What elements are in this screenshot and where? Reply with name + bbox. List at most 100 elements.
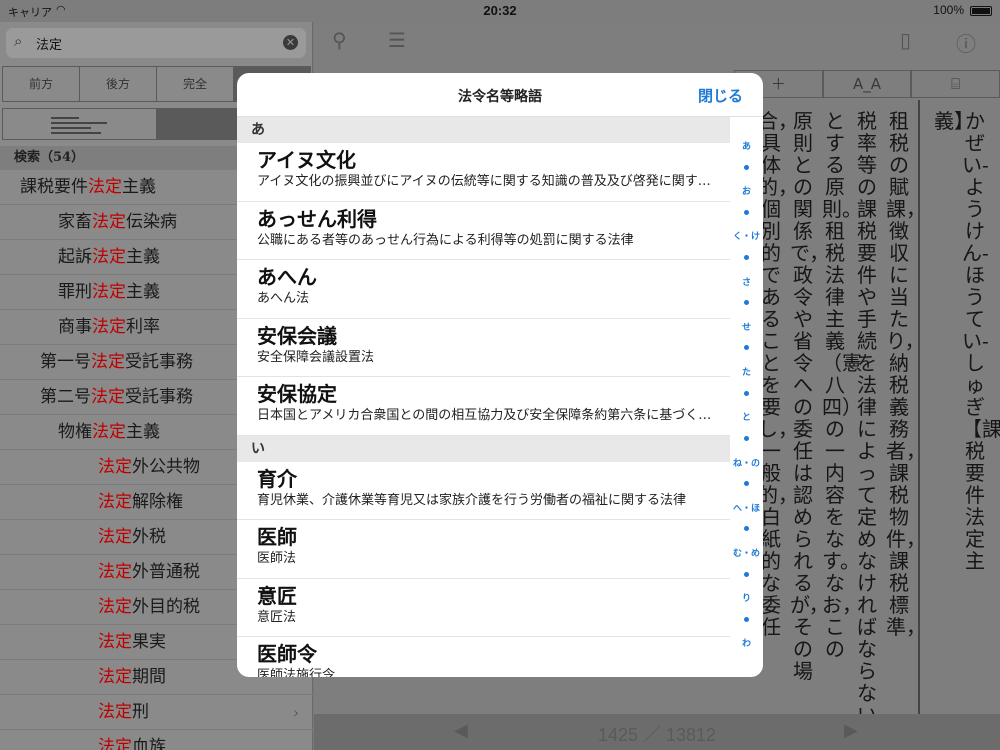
entry-heading: かぜい-ようけん-ほうてい-しゅぎ【課税要件法定主 [962,109,1000,573]
index-letter[interactable]: り [730,591,763,604]
abbreviation-item[interactable]: 安保協定日本国とアメリカ合衆国との間の相互協力及び安全保障条約第六条に基づく施設… [237,377,730,436]
index-letter[interactable]: さ [730,275,763,288]
result-suffix: 外普通税 [132,562,200,582]
abbreviation-title: 育介 [257,466,297,491]
result-highlight: 法定 [98,597,132,617]
abbreviation-item[interactable]: 意匠 意匠法 [237,579,730,637]
result-suffix: 外税 [132,527,166,547]
index-letter[interactable]: わ [730,636,763,649]
index-letter[interactable]: む・め [730,546,763,559]
index-dot[interactable] [744,255,749,261]
index-letter[interactable]: あ [730,139,763,152]
section-header: い [237,435,730,462]
search-input[interactable]: 法定 [36,34,62,53]
result-prefix: 商事 [58,317,92,337]
abbreviation-item[interactable]: 医師 医師法 [237,520,730,579]
abbreviation-item[interactable]: アイヌ文化 アイヌ文化の振興並びにアイヌの伝統等に関する知識の普及及び啓発に関する… [237,143,730,202]
abbreviation-item[interactable]: あへん あへん法 [237,260,730,319]
section-header: あ [237,117,730,143]
result-highlight: 法定 [98,737,132,750]
result-prefix: 第二号 [40,387,91,407]
abbreviation-list: あアイヌ文化 アイヌ文化の振興並びにアイヌの伝統等に関する知識の普及及び啓発に関す… [237,117,730,677]
result-suffix: 血族 [132,737,166,750]
next-page-icon[interactable]: ▶ [844,720,858,741]
index-letter[interactable]: と [730,410,763,423]
abbreviation-title: 医師 [257,525,297,549]
result-highlight: 法定 [98,562,132,582]
result-suffix: 主義 [122,177,156,197]
index-dot[interactable] [744,481,749,487]
result-row[interactable]: 法定血族 [0,730,313,750]
result-highlight: 法定 [92,317,126,337]
result-suffix: 果実 [132,632,166,652]
status-bar: キャリア ◠ 20:32 100% [0,0,1000,22]
abbreviation-item[interactable]: あっせん利得 公職にある者等のあっせん行為による利得等の処罰に関する法律 [237,202,730,260]
index-letter[interactable]: た [730,365,763,378]
entry-heading-cont: 義】 [934,109,974,133]
result-suffix: 外公共物 [132,457,200,477]
clear-icon[interactable]: ✕ [283,35,298,50]
index-dot[interactable] [744,209,749,215]
index-dot[interactable] [744,616,749,622]
result-highlight: 法定 [91,352,125,372]
result-prefix: 第一号 [40,352,91,372]
index-letter[interactable]: へ・ほ [730,501,763,514]
scope-tab-forward[interactable]: 前方 [3,67,80,101]
modal-title: 法令名等略語 [458,89,542,105]
result-highlight: 法定 [98,527,132,547]
index-dot[interactable] [744,435,749,441]
abbreviation-title: アイヌ文化 [257,148,356,172]
font-size-button[interactable]: A_A [822,70,912,98]
index-dot[interactable] [744,526,749,532]
index-letter[interactable]: く・け [730,229,763,242]
index-dot[interactable] [744,300,749,306]
chevron-right-icon: › [292,703,299,722]
abbreviation-fullname: 医師法 [257,551,297,566]
index-dot[interactable] [744,345,749,351]
index-dot[interactable] [744,164,749,170]
abbreviation-fullname: 日本国とアメリカ合衆国との間の相互協力及び安全保障条約第六条に基づく施設及び区域 [257,408,712,423]
clock: 20:32 [483,3,517,18]
abbreviation-fullname: 意匠法 [257,609,297,625]
result-prefix: 物権 [58,422,92,442]
result-prefix: 課税要件 [20,177,88,197]
scope-tab-backward[interactable]: 後方 [80,67,157,101]
abbreviation-item[interactable]: 医師令 医師法施行令 [237,637,730,677]
result-highlight: 法定 [91,387,125,407]
abbreviation-item[interactable]: 安保会議 安全保障会議設置法 [237,319,730,377]
close-button[interactable]: 閉じる [698,85,743,106]
abbreviation-fullname: 安全保障会議設置法 [257,349,375,365]
abbreviations-modal: 法令名等略語 閉じる あアイヌ文化 アイヌ文化の振興並びにアイヌの伝統等に関する知… [237,73,763,677]
scope-tab-exact[interactable]: 完全 [157,67,234,101]
result-suffix: 期間 [132,667,166,687]
battery-percentage: 100% [933,3,964,17]
search-field[interactable]: ⌕ 法定 ✕ [6,28,306,58]
result-highlight: 法定 [98,457,132,477]
result-row[interactable]: 法定刑 › [0,695,313,730]
abbreviation-fullname: 公職にある者等のあっせん行為による利得等の処罰に関する法律 [257,232,634,248]
search-icon: ⌕ [14,32,23,50]
book-icon[interactable]: ▯ [900,28,911,52]
index-letter[interactable]: お [730,184,763,197]
result-suffix: 外目的税 [132,597,200,617]
list-icon[interactable]: ☰ [388,28,406,52]
index-letter[interactable]: ね・の [730,456,763,469]
result-highlight: 法定 [92,247,126,267]
reader-subtoolbar: ＋ A_A ⌸ [734,70,1000,98]
index-dot[interactable] [744,390,749,396]
pager: ◀ 1425 ／ 13812 ▶ [314,714,1000,750]
abbreviation-title: 医師令 [257,642,317,666]
abbreviation-title: 安保協定 [257,382,337,406]
result-suffix: 主義 [126,247,160,267]
view-mode-list[interactable] [3,109,157,139]
search-icon[interactable]: ⚲ [332,28,347,52]
result-suffix: 解除権 [132,492,183,512]
info-icon[interactable]: ⓘ [956,28,976,57]
index-letter[interactable]: せ [730,320,763,333]
battery-icon [970,6,992,16]
section-index[interactable]: あおく・けさせたとね・のへ・ほむ・めりわ [730,117,763,677]
result-suffix: 主義 [126,282,160,302]
index-dot[interactable] [744,571,749,577]
dictionary-search-button[interactable]: ⌸ [911,70,1000,98]
abbreviation-item[interactable]: 育介 育児休業、介護休業等育児又は家族介護を行う労働者の福祉に関する法律 [237,462,730,520]
